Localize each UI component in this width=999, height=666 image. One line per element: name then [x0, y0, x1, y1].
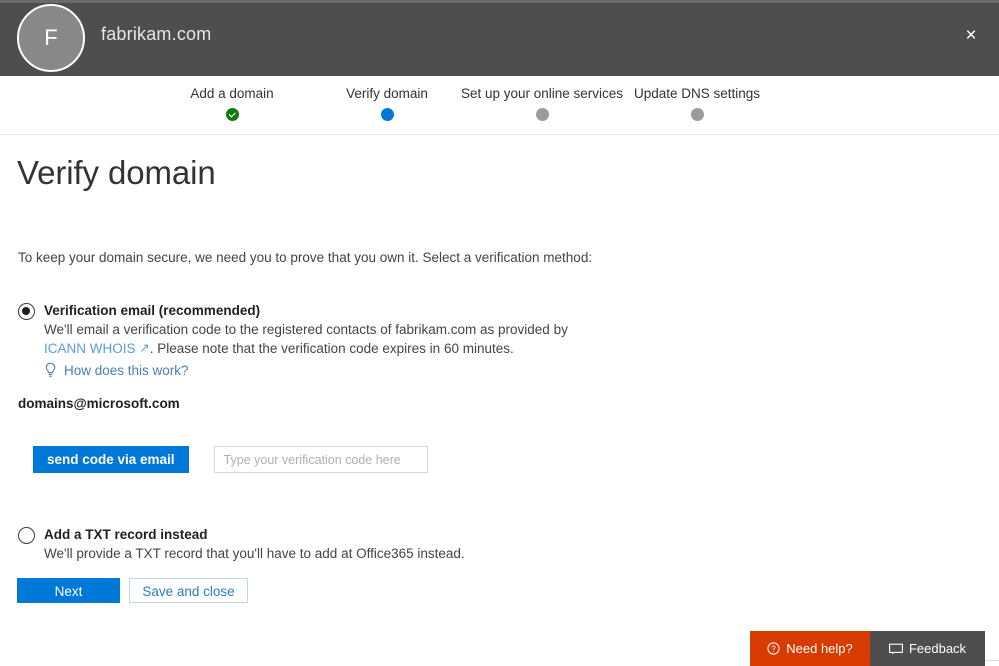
step-dot-todo-icon: [535, 108, 549, 121]
send-code-row: send code via email: [33, 446, 428, 473]
option-verification-email[interactable]: Verification email (recommended) We'll e…: [18, 302, 589, 383]
step-label: Update DNS settings: [633, 86, 761, 101]
need-help-label: Need help?: [786, 641, 853, 656]
option-title: Verification email (recommended): [44, 303, 261, 318]
step-dot-current-icon: [380, 108, 394, 121]
speech-bubble-icon: [889, 643, 903, 655]
step-label: Verify domain: [346, 86, 428, 101]
svg-text:?: ?: [772, 645, 777, 654]
step-dot-todo-icon: [690, 108, 704, 121]
step-update-dns-settings[interactable]: Update DNS settings: [628, 86, 766, 121]
intro-text: To keep your domain secure, we need you …: [18, 250, 593, 265]
save-and-close-button[interactable]: Save and close: [129, 578, 248, 603]
page-title: Verify domain: [17, 154, 216, 191]
lightbulb-icon: [44, 362, 57, 378]
step-label: Set up your online services: [460, 86, 624, 101]
page-bottom-divider: [985, 660, 999, 661]
option-description: We'll provide a TXT record that you'll h…: [44, 546, 465, 561]
registered-contact-email: domains@microsoft.com: [18, 396, 180, 411]
verification-code-input[interactable]: [213, 446, 428, 473]
option-add-txt-record[interactable]: Add a TXT record instead We'll provide a…: [18, 526, 589, 563]
header-domain-title: fabrikam.com: [101, 24, 212, 44]
step-add-a-domain[interactable]: Add a domain: [161, 86, 303, 121]
feedback-label: Feedback: [908, 641, 967, 656]
send-code-via-email-button[interactable]: send code via email: [33, 446, 189, 473]
external-link-icon: ↗: [139, 341, 150, 355]
close-icon[interactable]: ×: [949, 17, 993, 53]
option-description: We'll email a verification code to the r…: [44, 320, 589, 359]
bottom-support-bar: ? Need help? Feedback: [750, 631, 985, 666]
avatar: F: [17, 4, 85, 72]
wizard-stepper: Add a domain Verify domain Set up your o…: [0, 76, 999, 135]
option-title: Add a TXT record instead: [44, 527, 208, 542]
step-dot-done-icon: [225, 108, 239, 121]
icann-whois-link[interactable]: ICANN WHOIS: [44, 341, 136, 356]
need-help-button[interactable]: ? Need help?: [750, 631, 870, 666]
option-desc-text-2: . Please note that the verification code…: [149, 341, 514, 356]
how-does-this-work-label: How does this work?: [64, 362, 189, 378]
option-desc-text-1: We'll email a verification code to the r…: [44, 322, 568, 337]
how-does-this-work-link[interactable]: How does this work?: [44, 362, 189, 378]
form-actions: Next Save and close: [17, 578, 248, 603]
radio-add-txt-record[interactable]: [18, 527, 35, 544]
app-header: fabrikam.com ×: [0, 3, 999, 76]
step-verify-domain[interactable]: Verify domain: [327, 86, 447, 121]
feedback-button[interactable]: Feedback: [870, 631, 985, 666]
next-button[interactable]: Next: [17, 578, 120, 603]
step-label: Add a domain: [190, 86, 274, 101]
question-circle-icon: ?: [767, 642, 780, 655]
radio-verification-email[interactable]: [18, 303, 35, 320]
step-set-up-online-services[interactable]: Set up your online services: [452, 86, 632, 121]
